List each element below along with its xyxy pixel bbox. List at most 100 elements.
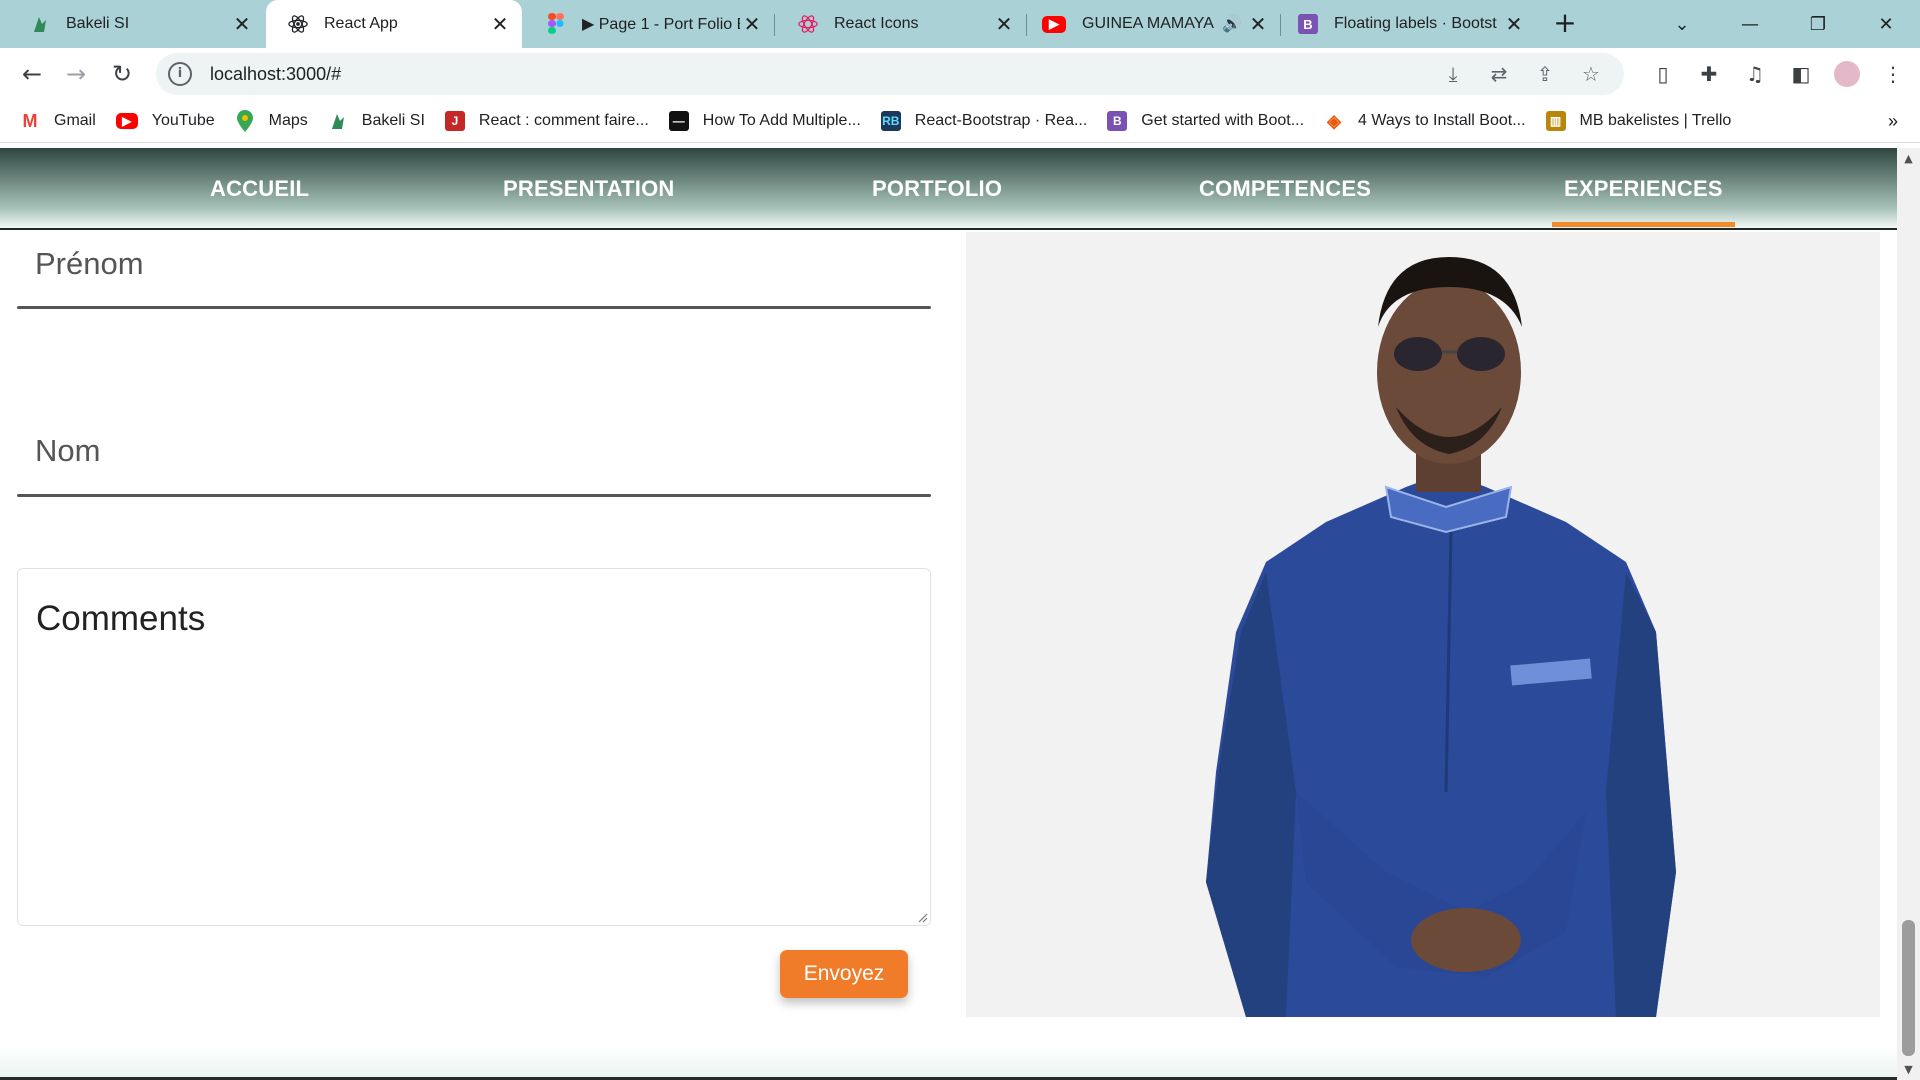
- lastname-input[interactable]: [17, 424, 931, 498]
- page-scrollbar[interactable]: ▲ ▼: [1897, 148, 1920, 1080]
- tab-strip: Bakeli SI ✕ React App ✕ ▶ Page 1 - Port …: [0, 0, 1920, 48]
- tab-react-icons[interactable]: React Icons ✕: [776, 0, 1026, 48]
- close-icon[interactable]: ✕: [488, 12, 512, 37]
- bookmark-react-comment[interactable]: J React : comment faire...: [444, 111, 649, 131]
- tab-title: React Icons: [834, 15, 919, 32]
- bookmarks-bar: M Gmail ▶ YouTube Maps Bakeli SI J React…: [0, 100, 1920, 143]
- profile-photo: [966, 232, 1880, 1017]
- tab-title: React App: [324, 15, 398, 32]
- youtube-icon: ▶: [115, 113, 138, 129]
- figma-icon: [546, 13, 566, 34]
- tab-search-icon[interactable]: ⌄: [1648, 14, 1716, 35]
- tab-separator: [774, 14, 775, 36]
- bookmark-label: Maps: [268, 112, 308, 129]
- back-icon[interactable]: ←: [16, 58, 48, 90]
- close-icon[interactable]: ✕: [230, 12, 254, 37]
- tab-bakeli[interactable]: Bakeli SI ✕: [8, 0, 264, 48]
- tab-guinea-mamaya[interactable]: ▶ GUINEA MAMAYA 🔊 ✕: [1020, 0, 1278, 48]
- tab-floating-labels[interactable]: B Floating labels · Bootst ✕: [1276, 0, 1536, 48]
- speaker-icon[interactable]: 🔊: [1222, 14, 1242, 34]
- lastname-underline: [17, 494, 931, 497]
- extension-actions: ▯ ✚ ♫ ◧ ⋮: [1640, 48, 1916, 100]
- nav-portfolio[interactable]: PORTFOLIO: [872, 176, 1002, 202]
- media-icon[interactable]: ♫: [1732, 62, 1778, 86]
- scroll-up-icon[interactable]: ▲: [1897, 152, 1920, 165]
- close-icon[interactable]: ✕: [740, 12, 764, 37]
- bookmark-label: MB bakelistes | Trello: [1579, 112, 1732, 129]
- bookmark-label: Gmail: [54, 112, 96, 129]
- minimize-icon[interactable]: —: [1716, 14, 1784, 35]
- bookmark-label: How To Add Multiple...: [702, 112, 861, 129]
- bookmark-4-ways[interactable]: ◈ 4 Ways to Install Boot...: [1324, 111, 1525, 131]
- trello-icon: ▥: [1545, 111, 1566, 131]
- share-icon[interactable]: ⇪: [1522, 62, 1568, 86]
- avatar[interactable]: [1834, 61, 1860, 87]
- comments-label: Comments: [36, 599, 206, 638]
- bookmark-bakeli[interactable]: Bakeli SI: [328, 111, 425, 131]
- side-panel-icon[interactable]: ◧: [1778, 62, 1824, 86]
- bakeli-icon: [328, 111, 348, 131]
- reload-icon[interactable]: ↻: [106, 58, 138, 90]
- bootstrap-icon: B: [1107, 111, 1128, 131]
- scrollbar-thumb[interactable]: [1902, 920, 1915, 1056]
- forward-icon[interactable]: →: [60, 58, 92, 90]
- j-icon: J: [444, 111, 465, 131]
- bookmark-gmail[interactable]: M Gmail: [20, 111, 96, 131]
- bookmark-how-to-add[interactable]: — How To Add Multiple...: [668, 111, 861, 131]
- nav-presentation[interactable]: PRESENTATION: [503, 176, 674, 202]
- new-tab-button[interactable]: +: [1549, 8, 1581, 40]
- react-icons-icon: [798, 14, 818, 34]
- bookmark-get-started[interactable]: B Get started with Boot...: [1107, 111, 1304, 131]
- close-icon[interactable]: ✕: [992, 12, 1016, 37]
- firstname-input[interactable]: [17, 236, 931, 310]
- nav-competences[interactable]: COMPETENCES: [1199, 176, 1371, 202]
- more-bookmarks-icon[interactable]: »: [1888, 111, 1898, 132]
- tab-title: Floating labels · Bootst: [1334, 15, 1497, 32]
- url-text[interactable]: localhost:3000/#: [210, 64, 341, 85]
- close-window-icon[interactable]: ✕: [1852, 14, 1920, 35]
- puzzle-icon[interactable]: ✚: [1686, 62, 1732, 86]
- tab-title: GUINEA MAMAYA: [1082, 15, 1214, 32]
- maps-icon: [235, 110, 255, 132]
- bookmark-label: React-Bootstrap · Rea...: [914, 112, 1088, 129]
- bookmark-react-bootstrap[interactable]: RB React-Bootstrap · Rea...: [880, 111, 1088, 131]
- window-controls: ⌄ — ❐ ✕: [1648, 0, 1920, 48]
- firstname-underline: [17, 306, 931, 309]
- close-icon[interactable]: ✕: [1502, 12, 1526, 37]
- react-bootstrap-icon: RB: [880, 111, 901, 131]
- react-icon: [288, 14, 308, 34]
- tab-title: ▶ Page 1 - Port Folio B: [582, 16, 740, 33]
- star-icon[interactable]: ☆: [1568, 62, 1614, 86]
- address-bar[interactable]: i localhost:3000/# ⤓ ⇄ ⇪ ☆: [156, 53, 1624, 95]
- site-navbar: ACCUEIL PRESENTATION PORTFOLIO COMPETENC…: [0, 148, 1897, 230]
- submit-button[interactable]: Envoyez: [780, 950, 908, 998]
- translate-icon[interactable]: ⇄: [1476, 62, 1522, 86]
- resize-handle-icon[interactable]: [916, 911, 928, 923]
- bookmark-label: Get started with Boot...: [1141, 112, 1305, 129]
- close-icon[interactable]: ✕: [1248, 12, 1268, 37]
- bookmark-label: 4 Ways to Install Boot...: [1358, 112, 1526, 129]
- bookmark-label: Bakeli SI: [361, 112, 425, 129]
- nav-accueil[interactable]: ACCUEIL: [210, 176, 309, 202]
- tab-react-app[interactable]: React App ✕: [266, 0, 522, 48]
- tab-title: Bakeli SI: [66, 15, 130, 32]
- portrait-illustration: [1206, 257, 1676, 1017]
- kebab-menu-icon[interactable]: ⋮: [1870, 62, 1916, 86]
- bootstrap-icon: B: [1298, 14, 1318, 34]
- bookmark-trello[interactable]: ▥ MB bakelistes | Trello: [1545, 111, 1732, 131]
- bookmark-maps[interactable]: Maps: [235, 110, 308, 132]
- bookmark-label: React : comment faire...: [478, 112, 649, 129]
- bakeli-icon: [30, 14, 50, 34]
- gmail-icon: M: [22, 110, 38, 131]
- bookmark-youtube[interactable]: ▶ YouTube: [115, 112, 215, 130]
- tab-figma[interactable]: ▶ Page 1 - Port Folio B ✕: [524, 0, 774, 48]
- scroll-down-icon[interactable]: ▼: [1897, 1063, 1920, 1076]
- comments-textarea[interactable]: Comments: [17, 568, 931, 926]
- restore-icon[interactable]: ❐: [1784, 14, 1852, 35]
- info-icon[interactable]: i: [168, 62, 192, 86]
- nav-experiences[interactable]: EXPERIENCES: [1552, 176, 1735, 227]
- youtube-icon: ▶: [1042, 15, 1066, 33]
- page-icon: —: [668, 111, 689, 131]
- install-icon[interactable]: ⤓: [1430, 62, 1476, 86]
- reading-mode-icon[interactable]: ▯: [1640, 62, 1686, 86]
